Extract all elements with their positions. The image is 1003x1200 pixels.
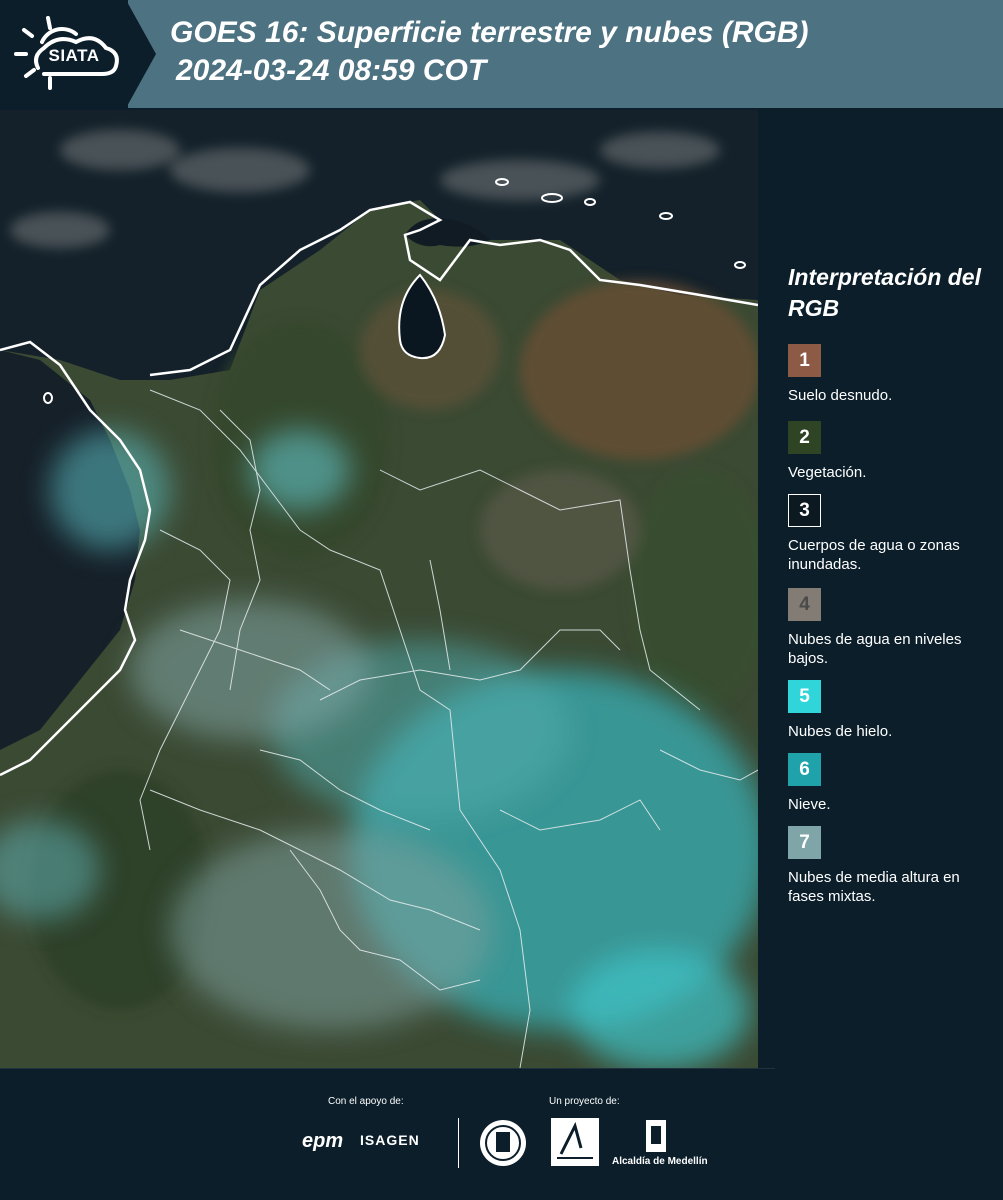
logo-arrow-shape xyxy=(126,0,156,108)
alcaldia-shield-icon xyxy=(646,1120,666,1152)
siata-logo-text: SIATA xyxy=(48,46,100,65)
satellite-rgb-image xyxy=(0,110,758,1068)
legend-item-vegetation: 2 Vegetación. xyxy=(788,421,998,482)
header-bar: SIATA GOES 16: Superficie terrestre y nu… xyxy=(0,0,1003,108)
rgb-legend-panel: Interpretación del RGB 1 Suelo desnudo. … xyxy=(760,110,1003,1068)
legend-label-1: Suelo desnudo. xyxy=(788,387,893,404)
legend-item-mixed-phase-clouds: 7 Nubes de media altura en fases mixtas. xyxy=(788,826,998,906)
footer-divider-line xyxy=(0,1068,775,1069)
legend-label-7: Nubes de media altura en fases mixtas. xyxy=(788,869,960,905)
legend-swatch-7: 7 xyxy=(788,826,821,859)
sponsor-footer: Con el apoyo de: Un proyecto de: epm ISA… xyxy=(0,1068,1003,1200)
university-seal-icon xyxy=(480,1120,526,1166)
colombia-satellite-map xyxy=(0,110,758,1068)
legend-label-4: Nubes de agua en niveles bajos. xyxy=(788,631,962,667)
legend-swatch-6: 6 xyxy=(788,753,821,786)
epm-logo: epm xyxy=(302,1130,344,1152)
legend-item-water: 3 Cuerpos de agua o zonas inundadas. xyxy=(788,494,998,574)
legend-item-bare-soil: 1 Suelo desnudo. xyxy=(788,344,998,405)
legend-item-snow: 6 Nieve. xyxy=(788,753,998,814)
isagen-logo: ISAGEN xyxy=(360,1132,420,1148)
legend-item-ice-clouds: 5 Nubes de hielo. xyxy=(788,680,998,741)
legend-swatch-4: 4 xyxy=(788,588,821,621)
legend-swatch-1: 1 xyxy=(788,344,821,377)
product-title: GOES 16: Superficie terrestre y nubes (R… xyxy=(170,16,809,49)
alcaldia-label: Alcaldía de Medellín xyxy=(612,1156,708,1167)
legend-label-3: Cuerpos de agua o zonas inundadas. xyxy=(788,537,960,573)
legend-title: Interpretación del RGB xyxy=(788,264,981,321)
siata-logo-block: SIATA xyxy=(0,0,128,108)
legend-label-2: Vegetación. xyxy=(788,464,867,481)
product-timestamp: 2024-03-24 08:59 COT xyxy=(176,54,487,87)
legend-swatch-3: 3 xyxy=(788,494,821,527)
footer-vertical-divider xyxy=(458,1118,459,1168)
legend-swatch-2: 2 xyxy=(788,421,821,454)
legend-label-6: Nieve. xyxy=(788,796,831,813)
support-label: Con el apoyo de: xyxy=(328,1096,404,1107)
project-label: Un proyecto de: xyxy=(549,1096,620,1107)
amva-emblem-icon xyxy=(557,1121,593,1159)
area-metropolitana-logo xyxy=(551,1118,599,1166)
legend-label-5: Nubes de hielo. xyxy=(788,723,893,740)
legend-swatch-5: 5 xyxy=(788,680,821,713)
legend-item-low-water-clouds: 4 Nubes de agua en niveles bajos. xyxy=(788,588,998,668)
